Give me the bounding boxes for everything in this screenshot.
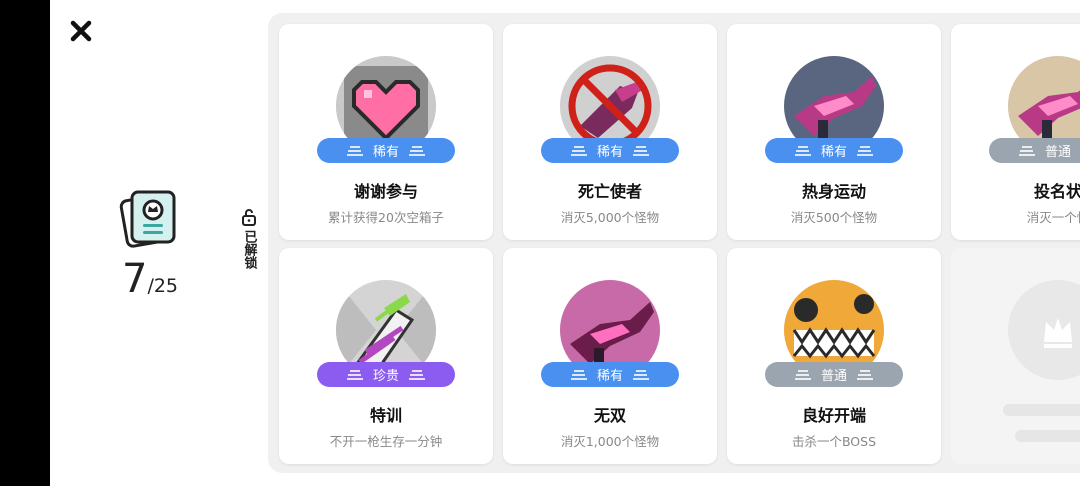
rarity-label: 稀有 (596, 369, 623, 384)
achievement-title: 热身运动 (801, 182, 866, 201)
rarity-label: 稀有 (596, 145, 623, 160)
achievement-card[interactable]: 珍贵 特训 不开一枪生存一分钟 (279, 248, 493, 464)
close-button[interactable] (68, 18, 94, 44)
rarity-label: 普通 (820, 369, 847, 384)
tab-unlocked-label: 已解锁 (241, 230, 257, 269)
tab-unlocked[interactable]: 已解锁 (238, 208, 260, 269)
achievement-description: 消灭1,000个怪物 (560, 434, 660, 449)
achievement-title: 死亡使者 (577, 182, 642, 201)
rarity-badge: 珍贵 (317, 362, 455, 387)
close-icon (70, 20, 92, 42)
achievement-card[interactable]: 稀有 谢谢参与 累计获得20次空箱子 (279, 24, 493, 240)
rarity-badge: 稀有 (541, 362, 679, 387)
rarity-label: 稀有 (820, 145, 847, 160)
achievement-summary: 7/25 (100, 186, 200, 302)
rarity-badge: 稀有 (541, 138, 679, 163)
achievement-description: 累计获得20次空箱子 (328, 210, 444, 225)
locked-crown-icon (1044, 318, 1072, 348)
achievement-title: 良好开端 (801, 406, 866, 425)
achievement-card[interactable]: 稀有 热身运动 消灭500个怪物 (727, 24, 941, 240)
rarity-label: 珍贵 (372, 369, 399, 384)
unlocked-counter: 7/25 (100, 256, 200, 302)
rarity-badge: 普通 (989, 138, 1080, 163)
achievement-grid: 稀有 谢谢参与 累计获得20次空箱子 稀有 死亡使者 消灭5,000个怪物 稀有… (268, 13, 1080, 473)
locked-achievement-placeholder (951, 248, 1080, 464)
rarity-badge: 稀有 (765, 138, 903, 163)
achievement-description: 消灭5,000个怪物 (560, 210, 660, 225)
placeholder-title (1003, 404, 1080, 416)
achievements-screen: 7/25 已解锁 稀有 谢谢参与 累计获得20次空箱子 稀有 死亡使者 消灭5,… (50, 0, 1080, 486)
achievement-title: 特训 (369, 406, 402, 425)
unlocked-count: 7 (121, 256, 148, 302)
achievement-card[interactable]: 稀有 死亡使者 消灭5,000个怪物 (503, 24, 717, 240)
locked-avatar (1008, 280, 1080, 380)
unlock-icon (242, 209, 256, 226)
total-count: /25 (147, 275, 179, 297)
achievement-card[interactable]: 普通 投名状 消灭一个怪 (951, 24, 1080, 240)
achievement-description: 不开一枪生存一分钟 (329, 434, 443, 449)
achievement-title: 无双 (593, 406, 626, 425)
achievement-card[interactable]: 稀有 无双 消灭1,000个怪物 (503, 248, 717, 464)
achievement-card[interactable]: 普通 良好开端 击杀一个BOSS (727, 248, 941, 464)
achievement-description: 消灭一个怪 (1026, 210, 1080, 225)
achievement-description: 击杀一个BOSS (791, 434, 877, 449)
rarity-badge: 稀有 (317, 138, 455, 163)
achievement-description: 消灭500个怪物 (790, 210, 878, 225)
achievement-book-icon (119, 190, 176, 248)
achievement-title: 投名状 (1033, 182, 1080, 201)
achievement-title: 谢谢参与 (353, 182, 418, 201)
placeholder-description (1015, 430, 1080, 442)
rarity-label: 普通 (1044, 145, 1071, 160)
rarity-label: 稀有 (372, 145, 399, 160)
rarity-badge: 普通 (765, 362, 903, 387)
